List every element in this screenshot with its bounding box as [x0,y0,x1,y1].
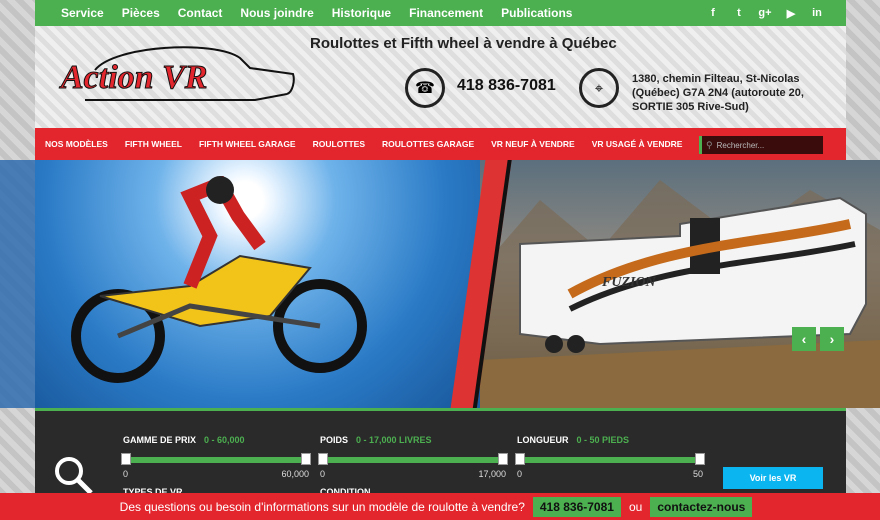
contact-bar: Des questions ou besoin d'informations s… [0,493,880,520]
poids-slider-min-handle[interactable] [318,453,328,465]
main-nav: NOS MODÈLES FIFTH WHEEL FIFTH WHEEL GARA… [35,128,846,160]
longueur-slider-max-handle[interactable] [695,453,705,465]
top-nav: Service Pièces Contact Nous joindre Hist… [35,0,846,26]
poids-slider[interactable] [318,453,508,465]
filter-poids-value: 0 - 17,000 LIVRES [356,435,432,445]
facebook-icon[interactable]: f [700,7,726,20]
filter-poids: POIDS 0 - 17,000 LIVRES 0 17,000 [318,435,508,479]
top-nav-links: Service Pièces Contact Nous joindre Hist… [61,6,590,20]
menu-vr-usage[interactable]: VR USAGÉ À VENDRE [592,139,683,149]
search-input[interactable]: ⚲ Rechercher... [699,136,823,154]
contact-bar-or: ou [628,499,643,514]
site-header: Action VR Roulottes et Fifth wheel à ven… [35,26,846,128]
hero-edge [0,160,35,408]
logo[interactable]: Action VR [55,40,305,110]
filter-longueur-label: LONGUEUR [517,435,569,445]
phone-icon: ☎ [405,68,445,108]
longueur-slider-min-handle[interactable] [515,453,525,465]
menu-fifth-wheel-garage[interactable]: FIFTH WHEEL GARAGE [199,139,296,149]
filter-longueur-value: 0 - 50 PIEDS [576,435,630,445]
fifth-wheel-image: FUZION [519,196,867,353]
nav-link-pieces[interactable]: Pièces [122,6,160,20]
magnifier-icon [55,457,93,495]
header-phone[interactable]: 418 836-7081 [457,77,556,95]
filter-poids-label: POIDS [320,435,349,445]
filter-longueur: LONGUEUR 0 - 50 PIEDS 0 50 [515,435,705,479]
longueur-max: 50 [692,469,703,479]
nav-link-historique[interactable]: Historique [332,6,391,20]
motocross-image [71,176,367,383]
slider-prev-button[interactable]: ‹ [792,327,816,351]
filter-prix-label: GAMME DE PRIX [123,435,197,445]
menu-nos-modeles[interactable]: NOS MODÈLES [45,139,108,149]
menu-roulottes-garage[interactable]: ROULOTTES GARAGE [382,139,474,149]
prix-slider-max-handle[interactable] [301,453,311,465]
menu-roulottes[interactable]: ROULOTTES [313,139,365,149]
contact-bar-phone-button[interactable]: 418 836-7081 [532,496,621,517]
poids-min: 0 [320,469,326,479]
longueur-min: 0 [517,469,523,479]
prix-max: 60,000 [281,469,309,479]
trailer-brand-text: FUZION [601,275,657,290]
prix-slider-min-handle[interactable] [121,453,131,465]
poids-slider-max-handle[interactable] [498,453,508,465]
longueur-slider[interactable] [515,453,705,465]
map-icon: ⌖ [579,68,619,108]
youtube-icon[interactable]: ▶ [778,7,804,20]
filter-prix: GAMME DE PRIX 0 - 60,000 0 60,000 [121,435,311,479]
nav-link-financement[interactable]: Financement [409,6,483,20]
social-links: f t g+ ▶ in [700,7,830,20]
filter-prix-value: 0 - 60,000 [204,435,245,445]
poids-max: 17,000 [478,469,506,479]
search-placeholder: Rechercher... [716,140,765,150]
header-address: 1380, chemin Filteau, St-Nicolas (Québec… [632,73,804,113]
contact-bar-text: Des questions ou besoin d'informations s… [119,499,525,514]
nav-link-service[interactable]: Service [61,6,104,20]
menu-vr-neuf[interactable]: VR NEUF À VENDRE [491,139,575,149]
hero-slider: FUZION ‹ › [0,160,880,408]
svg-text:Action VR: Action VR [59,59,207,96]
slider-next-button[interactable]: › [820,327,844,351]
menu-fifth-wheel[interactable]: FIFTH WHEEL [125,139,182,149]
tagline: Roulottes et Fifth wheel à vendre à Québ… [310,35,617,52]
contact-bar-contact-button[interactable]: contactez-nous [650,496,753,517]
search-icon: ⚲ [706,139,713,150]
voir-les-vr-button[interactable]: Voir les VR [723,467,823,489]
nav-link-publications[interactable]: Publications [501,6,572,20]
prix-slider[interactable] [121,453,311,465]
google-plus-icon[interactable]: g+ [752,7,778,20]
prix-min: 0 [123,469,129,479]
nav-link-contact[interactable]: Contact [178,6,223,20]
twitter-icon[interactable]: t [726,7,752,20]
nav-link-nous-joindre[interactable]: Nous joindre [240,6,313,20]
linkedin-icon[interactable]: in [804,7,830,20]
